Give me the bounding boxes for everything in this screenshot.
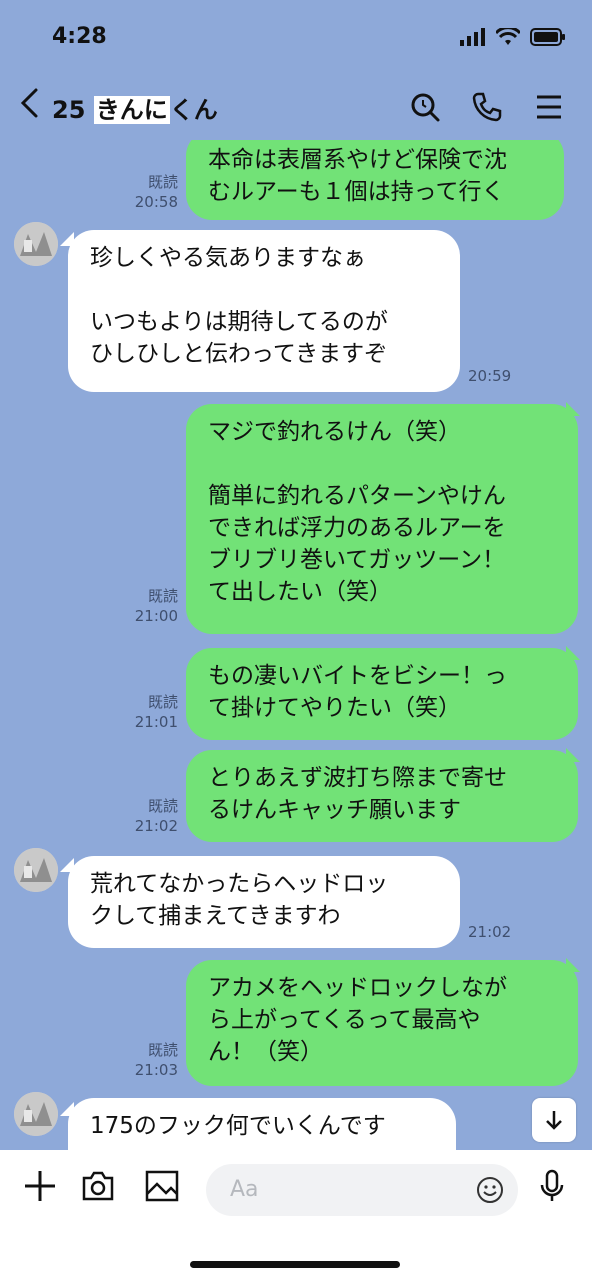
phone-icon[interactable] — [470, 90, 504, 124]
read-receipt: 既読 — [147, 173, 178, 191]
wifi-icon — [496, 28, 520, 45]
room-suffix: くん — [169, 96, 218, 124]
message-bubble-theirs[interactable]: 珍しくやる気ありますなぁ いつもよりは期待してるのが ひしひしと伝わってきますぞ — [68, 230, 460, 392]
battery-icon — [530, 28, 565, 46]
message-time: 21:01 — [134, 713, 178, 731]
read-receipt: 既読 — [147, 693, 178, 711]
home-indicator[interactable] — [190, 1261, 400, 1268]
input-placeholder: Aa — [230, 1177, 259, 1202]
status-bar: 4:28 — [0, 0, 592, 76]
status-time: 4:28 — [52, 24, 107, 49]
avatar-image — [14, 222, 58, 266]
chat-area[interactable]: 本命は表層系やけど保険で沈 むルアーも１個は持って行く 既読 20:58 珍しく… — [0, 140, 592, 1150]
message-bubble-mine[interactable]: マジで釣れるけん（笑） 簡単に釣れるパターンやけん できれば浮力のあるルアーを … — [186, 404, 578, 634]
avatar-image — [14, 1092, 58, 1136]
image-icon[interactable] — [144, 1168, 180, 1204]
message-time: 20:58 — [134, 193, 178, 211]
message-bubble-mine[interactable]: とりあえず波打ち際まで寄せ るけんキャッチ願います — [186, 750, 578, 842]
message-meta: 既読 21:01 — [108, 692, 178, 732]
avatar[interactable] — [14, 222, 58, 266]
read-receipt: 既読 — [147, 797, 178, 815]
camera-icon[interactable] — [80, 1168, 116, 1204]
message-meta: 既読 21:02 — [108, 796, 178, 836]
plus-icon[interactable] — [22, 1168, 58, 1204]
message-bubble-theirs[interactable]: 175のフック何でいくんです — [68, 1098, 456, 1150]
arrow-down-icon — [546, 1111, 562, 1130]
chevron-left-icon — [20, 88, 38, 118]
message-meta: 既読 21:03 — [108, 1040, 178, 1080]
message-time: 21:02 — [468, 923, 512, 941]
read-receipt: 既読 — [147, 587, 178, 605]
message-time: 20:59 — [468, 367, 512, 385]
avatar-image — [14, 848, 58, 892]
message-meta: 既読 21:00 — [108, 586, 178, 626]
message-bubble-theirs[interactable]: 荒れてなかったらヘッドロッ クして捕まえてきますわ — [68, 856, 460, 948]
avatar[interactable] — [14, 1092, 58, 1136]
message-time: 21:03 — [134, 1061, 178, 1079]
message-meta: 既読 20:58 — [108, 172, 178, 212]
signal-icon — [460, 28, 485, 46]
message-bubble-mine[interactable]: 本命は表層系やけど保険で沈 むルアーも１個は持って行く — [186, 140, 564, 220]
microphone-icon[interactable] — [534, 1168, 570, 1204]
room-title[interactable]: 25 きんにくん — [52, 90, 218, 125]
emoji-icon[interactable] — [476, 1176, 504, 1204]
menu-icon[interactable] — [532, 90, 566, 124]
message-bubble-mine[interactable]: アカメをヘッドロックしなが ら上がってくるって最高や ん！（笑） — [186, 960, 578, 1086]
read-receipt: 既読 — [147, 1041, 178, 1059]
room-prefix: 25 — [52, 96, 94, 124]
status-icons — [460, 28, 566, 46]
room-name: きんに — [93, 96, 170, 124]
message-input[interactable]: Aa — [206, 1164, 518, 1216]
message-time: 21:00 — [134, 607, 178, 625]
avatar[interactable] — [14, 848, 58, 892]
search-icon[interactable] — [408, 90, 442, 124]
chat-header: 25 きんにくん — [0, 76, 592, 140]
scroll-to-bottom-button[interactable] — [532, 1098, 576, 1142]
back-button[interactable] — [18, 86, 40, 126]
message-time: 21:02 — [134, 817, 178, 835]
message-bubble-mine[interactable]: もの凄いバイトをビシー！っ て掛けてやりたい（笑） — [186, 648, 578, 740]
